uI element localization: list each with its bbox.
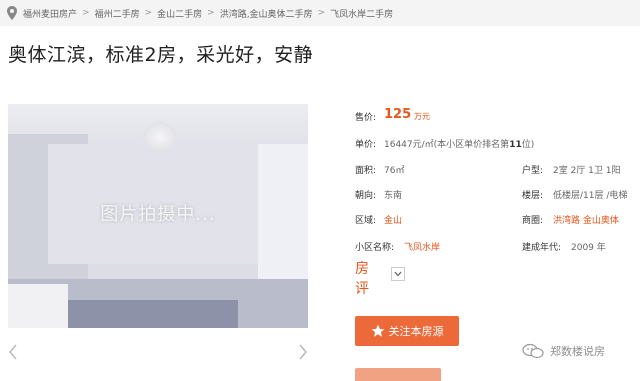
unit-price-rank: 11 bbox=[509, 140, 522, 150]
follow-listing-label: 关注本房源 bbox=[388, 325, 444, 338]
house-review-label: 房评 bbox=[355, 261, 369, 297]
layout-label: 户型: bbox=[522, 166, 544, 176]
photo-rug bbox=[68, 300, 238, 328]
breadcrumb-separator: > bbox=[207, 8, 215, 18]
review-expand-toggle[interactable] bbox=[391, 267, 405, 281]
business-area-link[interactable]: 洪湾路 金山奥体 bbox=[553, 213, 619, 226]
orientation-value: 东南 bbox=[384, 191, 403, 201]
community-label: 小区名称: bbox=[355, 243, 395, 253]
floor-label: 楼层: bbox=[522, 191, 544, 201]
wechat-icon bbox=[522, 343, 544, 359]
unit-price-value: 16447元/㎡(本小区单价排名第11位) bbox=[384, 137, 534, 150]
photo-gallery[interactable]: 图片拍摄中... bbox=[8, 104, 308, 328]
breadcrumb-item-district[interactable]: 金山二手房 bbox=[157, 7, 202, 20]
price-unit: 万元 bbox=[414, 112, 430, 121]
follow-listing-button[interactable]: 关注本房源 bbox=[355, 316, 459, 346]
chevron-right-icon[interactable] bbox=[298, 344, 308, 360]
star-icon bbox=[371, 324, 384, 337]
breadcrumb-item-business-area[interactable]: 洪湾路,金山奥体二手房 bbox=[220, 7, 313, 20]
photo-lamp bbox=[143, 122, 177, 152]
area-label: 面积: bbox=[355, 166, 377, 176]
business-area-label: 商圈: bbox=[522, 216, 544, 226]
district-link[interactable]: 金山 bbox=[384, 213, 402, 226]
watermark: 郑数楼说房 bbox=[522, 340, 605, 362]
photo-sofa bbox=[8, 284, 68, 328]
breadcrumb-item-community[interactable]: 飞凤水岸二手房 bbox=[330, 7, 393, 20]
orientation-label: 朝向: bbox=[355, 191, 377, 201]
unit-price-label: 单价: bbox=[355, 140, 377, 150]
chevron-left-icon[interactable] bbox=[8, 344, 18, 360]
listing-title: 奥体江滨，标准2房，采光好，安静 bbox=[8, 44, 314, 66]
price-label: 售价: bbox=[355, 113, 377, 123]
watermark-text: 郑数楼说房 bbox=[550, 345, 605, 358]
floor-value: 低楼层/11层 /电梯 bbox=[553, 191, 628, 201]
year-built-label: 建成年代: bbox=[522, 243, 562, 253]
breadcrumb-separator: > bbox=[82, 8, 90, 18]
price-value: 125 bbox=[384, 107, 412, 122]
breadcrumb: 福州麦田房产 > 福州二手房 > 金山二手房 > 洪湾路,金山奥体二手房 > 飞… bbox=[0, 0, 640, 26]
contact-button-bar bbox=[355, 368, 441, 381]
location-pin-icon bbox=[6, 6, 18, 20]
chevron-down-icon bbox=[394, 271, 402, 277]
breadcrumb-separator: > bbox=[317, 8, 326, 18]
unit-price-suffix: 位) bbox=[521, 140, 535, 150]
area-value: 76㎡ bbox=[384, 166, 405, 176]
unit-price-text: 16447元/㎡(本小区单价排名第 bbox=[384, 140, 510, 150]
breadcrumb-item-home[interactable]: 福州麦田房产 bbox=[23, 7, 77, 20]
breadcrumb-item-city[interactable]: 福州二手房 bbox=[95, 7, 140, 20]
year-built-value: 2009 年 bbox=[571, 243, 606, 253]
layout-value: 2室 2厅 1卫 1阳 bbox=[553, 166, 621, 176]
breadcrumb-separator: > bbox=[144, 8, 153, 18]
community-link[interactable]: 飞凤水岸 bbox=[404, 240, 440, 253]
contact-button-partial[interactable] bbox=[355, 362, 445, 381]
photo-placeholder-text: 图片拍摄中... bbox=[100, 204, 216, 225]
district-label: 区域: bbox=[355, 216, 377, 226]
